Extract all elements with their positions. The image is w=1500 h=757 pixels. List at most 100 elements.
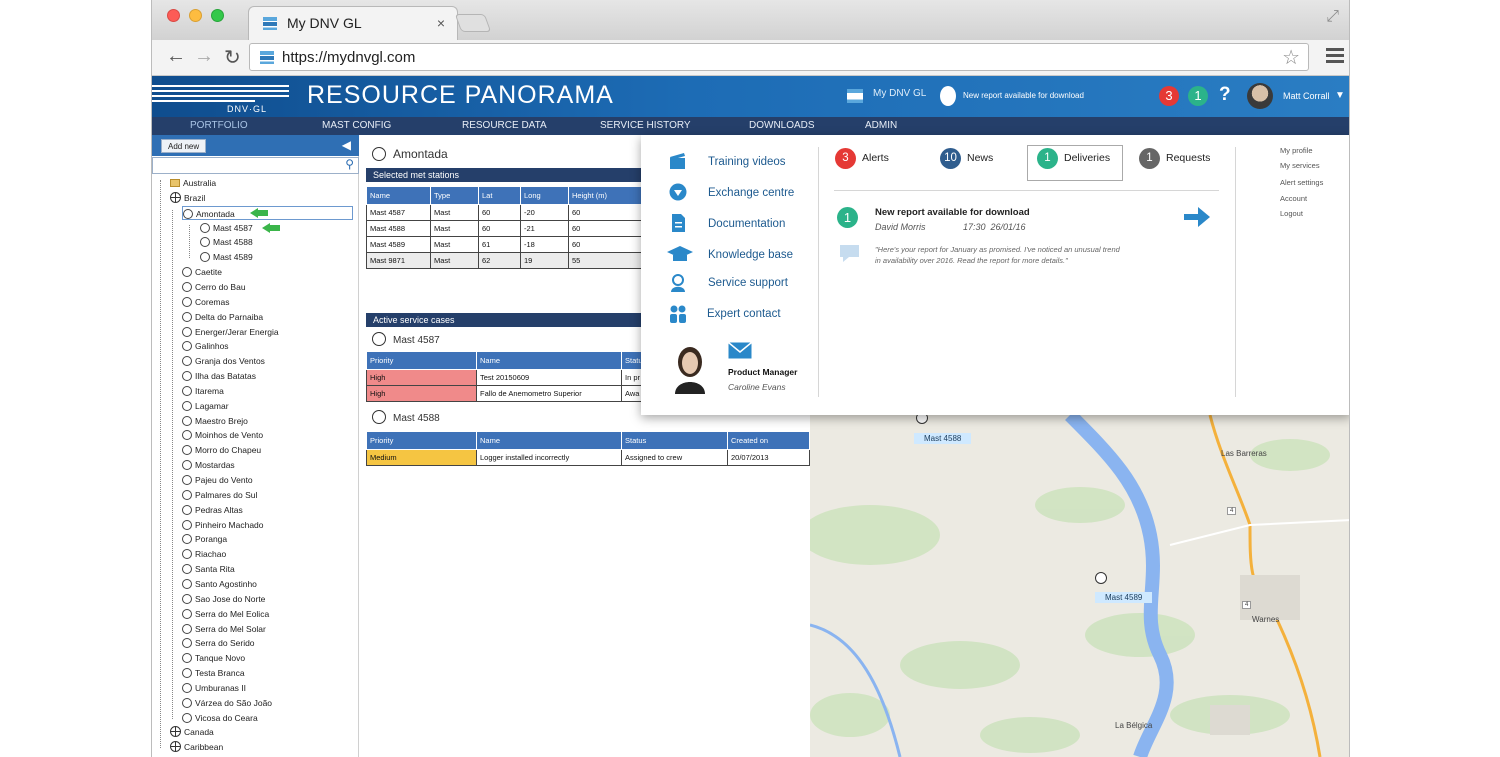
user-name[interactable]: Matt Corrall [1283, 91, 1330, 101]
tab-requests[interactable]: 1 Requests [1139, 147, 1210, 169]
new-tab-button[interactable] [454, 14, 492, 32]
browser-menu-icon[interactable] [1326, 45, 1344, 66]
tree-item[interactable]: Tanque Novo [182, 651, 245, 665]
tree-item[interactable]: Serra do Serido [182, 636, 255, 650]
fullscreen-icon[interactable]: ⤢ [1326, 8, 1339, 26]
tree-item[interactable]: Mast 4589 [200, 250, 253, 264]
tree-item[interactable]: Morro do Chapeu [182, 443, 261, 457]
report-notification-icon[interactable] [940, 86, 956, 106]
column-header[interactable]: Type [430, 186, 479, 205]
tree-item[interactable]: Pinheiro Machado [182, 518, 264, 532]
mast-4589-pin[interactable] [1095, 572, 1107, 584]
tree-item[interactable]: Maestro Brejo [182, 414, 248, 428]
tree-item[interactable]: Energer/Jerar Energia [182, 325, 279, 339]
close-tab-icon[interactable]: × [437, 15, 445, 31]
tree-item[interactable]: Umburanas II [182, 681, 246, 695]
logout-link[interactable]: Logout [1280, 209, 1303, 218]
my-dnv-link[interactable]: My DNV GL [873, 88, 926, 99]
my-services-link[interactable]: My services [1280, 161, 1320, 170]
bookmark-star-icon[interactable]: ☆ [1282, 45, 1300, 70]
tree-item[interactable]: Cerro do Bau [182, 280, 246, 294]
map-view[interactable]: Mast 4588 Mast 4589 Las Barreras Warnes … [810, 415, 1349, 757]
mast-4588-map-label[interactable]: Mast 4588 [914, 433, 972, 444]
maximize-window-button[interactable] [211, 9, 224, 22]
minimize-window-button[interactable] [189, 9, 202, 22]
nav-mast-config[interactable]: MAST CONFIG [322, 120, 391, 131]
tree-item[interactable]: Australia [170, 176, 216, 190]
tree-item[interactable]: Canada [170, 725, 214, 739]
tree-item[interactable]: Serra do Mel Solar [182, 622, 266, 636]
tree-item[interactable]: Serra do Mel Eolica [182, 607, 269, 621]
expert-contact-link[interactable]: Expert contact [707, 308, 781, 320]
search-icon[interactable]: ⚲ [345, 157, 354, 171]
tree-item[interactable]: Galinhos [182, 339, 229, 353]
tree-item[interactable]: Pedras Altas [182, 503, 243, 517]
close-window-button[interactable] [167, 9, 180, 22]
tree-item[interactable]: Ilha das Batatas [182, 369, 256, 383]
tree-item[interactable]: Sao Jose do Norte [182, 592, 265, 606]
alert-settings-link[interactable]: Alert settings [1280, 178, 1323, 187]
exchange-centre-link[interactable]: Exchange centre [708, 187, 794, 199]
column-header[interactable]: Name [476, 431, 622, 450]
tree-item[interactable]: Poranga [182, 532, 227, 546]
tree-item[interactable]: Riachao [182, 547, 226, 561]
dnv-logo[interactable]: DNV·GL [152, 82, 289, 114]
tree-item[interactable]: Coremas [182, 295, 229, 309]
nav-admin[interactable]: ADMIN [865, 120, 897, 131]
mast-4589-map-label[interactable]: Mast 4589 [1095, 592, 1153, 603]
tree-item[interactable]: Santa Rita [182, 562, 235, 576]
nav-resource-data[interactable]: RESOURCE DATA [462, 120, 547, 131]
tree-item[interactable]: Testa Branca [182, 666, 245, 680]
forward-arrow-icon[interactable]: → [194, 45, 214, 68]
help-icon[interactable]: ? [1219, 84, 1231, 106]
column-header[interactable]: Name [366, 186, 431, 205]
open-delivery-arrow-icon[interactable] [1184, 207, 1210, 227]
tree-item[interactable]: Mast 4587 [200, 221, 253, 235]
column-header[interactable]: Status [621, 431, 728, 450]
user-avatar[interactable] [1247, 83, 1273, 109]
sidebar-search-input[interactable]: ⚲ [152, 157, 359, 174]
column-header[interactable]: Created on [727, 431, 810, 450]
tree-item[interactable]: Vicosa do Ceara [182, 711, 258, 725]
reload-icon[interactable]: ↻ [224, 45, 241, 70]
collapse-sidebar-icon[interactable]: ◀ [342, 138, 351, 152]
report-notification-text[interactable]: New report available for download [963, 91, 1084, 100]
service-support-link[interactable]: Service support [708, 277, 788, 289]
tab-deliveries[interactable]: 1 Deliveries [1037, 147, 1110, 169]
training-videos-link[interactable]: Training videos [708, 156, 786, 168]
tree-item[interactable]: Brazil [170, 191, 205, 205]
tab-news[interactable]: 10 News [940, 147, 993, 169]
tree-item[interactable]: Delta do Parnaiba [182, 310, 263, 324]
column-header[interactable]: Name [476, 351, 622, 370]
nav-portfolio[interactable]: PORTFOLIO [190, 120, 248, 131]
tree-item[interactable]: Mostardas [182, 458, 235, 472]
nav-service-history[interactable]: SERVICE HISTORY [600, 120, 691, 131]
tree-item[interactable]: Granja dos Ventos [182, 354, 265, 368]
column-header[interactable]: Long [520, 186, 569, 205]
column-header[interactable]: Lat [478, 186, 521, 205]
tree-item[interactable]: Lagamar [182, 399, 229, 413]
nav-downloads[interactable]: DOWNLOADS [749, 120, 815, 131]
account-link[interactable]: Account [1280, 194, 1307, 203]
back-arrow-icon[interactable]: ← [166, 45, 186, 68]
delivery-title[interactable]: New report available for download [875, 207, 1030, 218]
browser-tab[interactable]: My DNV GL × [248, 6, 458, 40]
knowledge-base-link[interactable]: Knowledge base [708, 249, 793, 261]
tree-item[interactable]: Caribbean [170, 740, 223, 754]
tree-item[interactable]: Caetite [182, 265, 222, 279]
deliveries-badge[interactable]: 1 [1188, 86, 1208, 106]
user-menu-caret-icon[interactable]: ▼ [1335, 90, 1345, 101]
tree-item[interactable]: Pajeu do Vento [182, 473, 253, 487]
my-profile-link[interactable]: My profile [1280, 146, 1313, 155]
alerts-badge[interactable]: 3 [1159, 86, 1179, 106]
tree-item[interactable]: Várzea do São João [182, 696, 272, 710]
column-header[interactable]: Priority [366, 431, 477, 450]
tree-item[interactable]: Palmares do Sul [182, 488, 257, 502]
tree-item[interactable]: Santo Agostinho [182, 577, 257, 591]
address-bar[interactable]: https://mydnvgl.com ☆ [249, 43, 1309, 71]
tree-item[interactable]: Moinhos de Vento [182, 428, 263, 442]
tree-item[interactable]: Mast 4588 [200, 235, 253, 249]
column-header[interactable]: Priority [366, 351, 477, 370]
add-new-button[interactable]: Add new [161, 139, 207, 153]
tree-item[interactable]: Itarema [182, 384, 224, 398]
